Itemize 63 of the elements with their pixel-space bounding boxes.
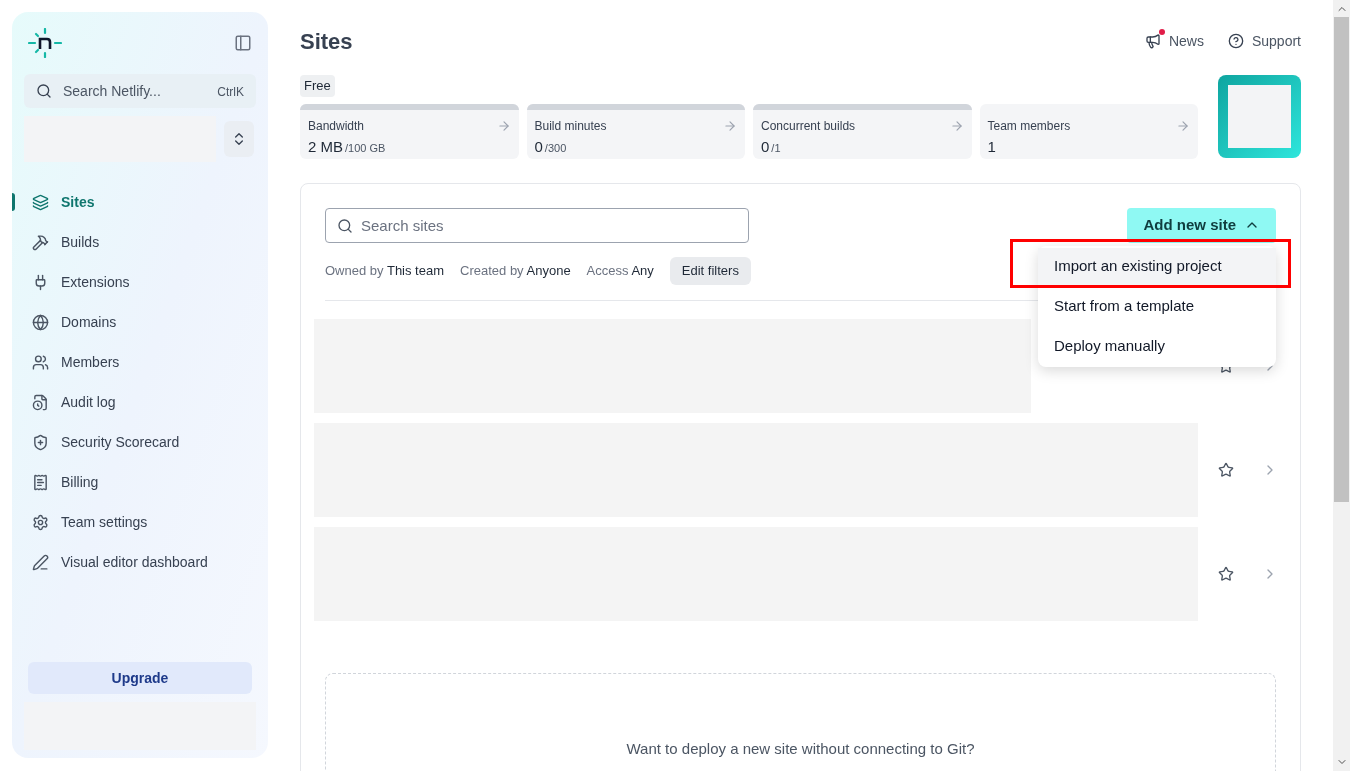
nav-item[interactable]: Team settings [24, 502, 256, 542]
header-link[interactable]: News [1144, 30, 1204, 52]
search-icon [337, 217, 353, 234]
usage-value: 0 [761, 136, 770, 157]
usage-value: 0 [534, 136, 543, 157]
arrow-icon [949, 118, 964, 133]
sidebar-toggle-icon[interactable] [234, 34, 252, 52]
nav-item[interactable]: Billing [24, 462, 256, 502]
usage-card[interactable]: Team members 1 [979, 103, 1198, 159]
stack-icon [32, 193, 49, 211]
people-icon [32, 353, 49, 371]
edit-filters-button[interactable]: Edit filters [669, 256, 751, 285]
usage-limit: /300 [544, 140, 567, 156]
nav-item[interactable]: Audit log [24, 382, 256, 422]
usage-limit: /1 [771, 140, 781, 156]
nav-item[interactable]: Builds [24, 222, 256, 262]
usage-card[interactable]: Concurrent builds 0/1 [753, 103, 972, 159]
nav-item[interactable]: Domains [24, 302, 256, 342]
filter-label[interactable]: Access Any [586, 260, 654, 281]
star-icon[interactable] [1218, 565, 1234, 582]
shield-icon [32, 433, 49, 451]
settings-icon [32, 513, 49, 531]
usage-value: 1 [987, 136, 996, 157]
keyboard-shortcut: CtrlK [217, 84, 244, 101]
document-clock-icon [32, 393, 49, 411]
usage-label: Build minutes [534, 117, 607, 135]
logo-icon [28, 28, 62, 58]
usage-label: Bandwidth [308, 117, 365, 135]
header-link[interactable]: Support [1227, 30, 1301, 52]
active-indicator [12, 193, 15, 211]
star-icon[interactable] [1218, 461, 1234, 478]
nav-item[interactable]: Security Scorecard [24, 422, 256, 462]
usage-card[interactable]: Bandwidth 2 MB/100 GB [300, 103, 519, 159]
usage-value: 2 MB [308, 136, 343, 157]
plan-badge: Free [300, 75, 335, 97]
usage-card[interactable]: Build minutes 0/300 [526, 103, 745, 159]
search-icon [36, 83, 52, 99]
nav-item[interactable]: Sites [24, 182, 256, 222]
drop-zone-text: Want to deploy a new site without connecting to Git? [626, 738, 975, 759]
nav-item[interactable]: Extensions [24, 262, 256, 302]
usage-label: Team members [987, 117, 1071, 135]
pen-icon [32, 553, 49, 571]
globe-icon [32, 313, 49, 331]
filter-label[interactable]: Created by Anyone [460, 260, 571, 281]
scrollbar-thumb[interactable] [1334, 17, 1349, 502]
nav-item[interactable]: Visual editor dashboard [24, 542, 256, 582]
team-avatar[interactable] [1218, 75, 1301, 158]
menu-item[interactable]: Import an existing project [1038, 247, 1276, 286]
receipt-icon [32, 473, 49, 491]
upgrade-button[interactable]: Upgrade [28, 662, 252, 694]
hammer-icon [32, 233, 49, 251]
usage-limit: /100 GB [345, 140, 386, 156]
megaphone-icon [1144, 33, 1161, 49]
nav-item[interactable]: Members [24, 342, 256, 382]
usage-label: Concurrent builds [761, 117, 856, 135]
menu-item[interactable]: Deploy manually [1038, 327, 1276, 366]
filter-label[interactable]: Owned by This team [325, 260, 444, 281]
page-title: Sites [300, 27, 353, 56]
arrow-icon [723, 118, 737, 133]
team-switcher-button[interactable] [224, 121, 254, 157]
search-field[interactable]: Search sites [325, 207, 749, 243]
help-icon [1227, 33, 1244, 49]
menu-item[interactable]: Start from a template [1038, 287, 1276, 326]
